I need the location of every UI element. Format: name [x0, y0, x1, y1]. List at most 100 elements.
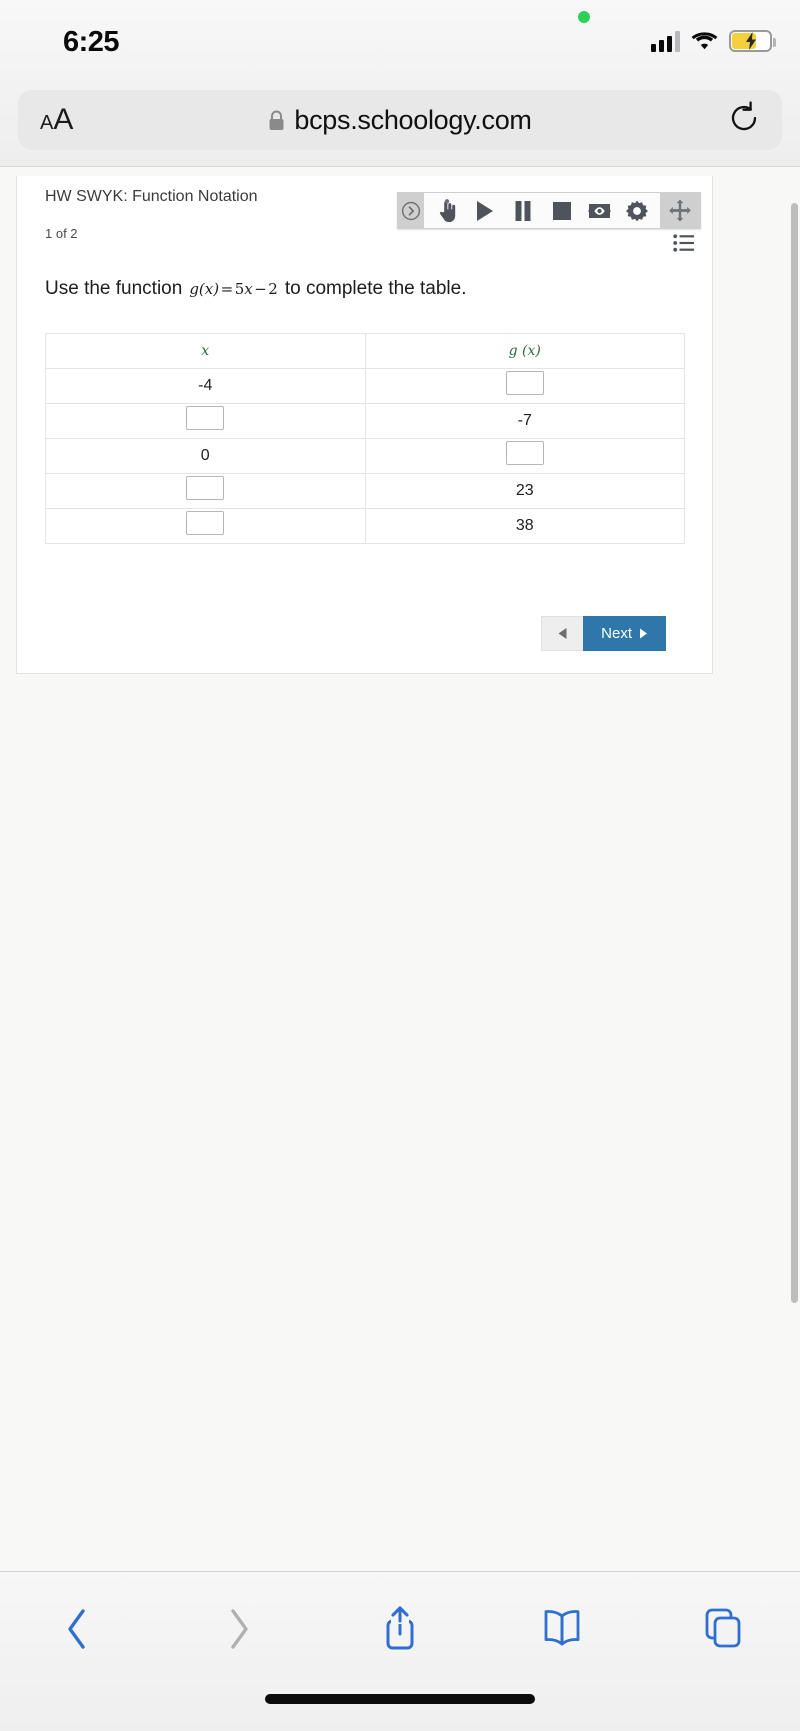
- text-size-small-label: A: [40, 112, 54, 134]
- reload-icon: [731, 100, 757, 130]
- play-button[interactable]: [466, 193, 504, 228]
- page-counter: 1 of 2: [45, 226, 78, 241]
- cell-gx-value: -7: [364, 402, 685, 439]
- pointer-hand-icon: [439, 198, 455, 222]
- formula-minus: −: [254, 280, 267, 298]
- lock-icon: [269, 110, 284, 130]
- reload-button[interactable]: [728, 100, 760, 140]
- tabs-icon: [705, 1608, 741, 1648]
- bookmarks-button[interactable]: [523, 1594, 601, 1664]
- formula-var2: x: [244, 280, 253, 298]
- table-row: 38: [45, 507, 685, 544]
- share-icon: [386, 1606, 414, 1650]
- battery-charging-icon: [729, 30, 776, 52]
- formula-fn: g: [189, 280, 199, 298]
- tabs-button[interactable]: [684, 1594, 762, 1664]
- settings-gear-icon: [625, 200, 648, 221]
- cell-gx-input: [364, 367, 685, 404]
- status-time: 6:25: [63, 26, 120, 58]
- answer-input-box[interactable]: [186, 476, 225, 501]
- forward-icon: [230, 1609, 248, 1649]
- cell-gx-input: [364, 437, 685, 474]
- cell-gx-value: 38: [364, 507, 685, 544]
- share-button[interactable]: [361, 1594, 439, 1664]
- answer-input-box[interactable]: [505, 441, 544, 466]
- screen-reader-button[interactable]: [580, 193, 618, 228]
- browser-toolbar: AA bcps.schoology.com: [0, 90, 800, 166]
- answer-input-box[interactable]: [505, 371, 544, 396]
- toolbar-collapse-handle[interactable]: [398, 193, 424, 228]
- table-row: 0: [45, 437, 685, 474]
- pause-icon: [515, 200, 531, 221]
- cell-x-input: [45, 472, 366, 509]
- table-body: -4 -7 0 23 38: [45, 367, 685, 544]
- back-button[interactable]: [38, 1594, 116, 1664]
- pointer-hand-button[interactable]: [428, 193, 466, 228]
- collapse-chevron-icon: [401, 201, 421, 220]
- column-header-x: x: [45, 332, 366, 369]
- move-arrows-icon: [669, 199, 691, 221]
- text-size-large-label: A: [53, 103, 74, 136]
- table-row: 23: [45, 472, 685, 509]
- bottom-icon-row: [0, 1572, 800, 1664]
- forward-button[interactable]: [200, 1594, 278, 1664]
- answer-input-box[interactable]: [186, 511, 225, 536]
- url-text: bcps.schoology.com: [294, 104, 532, 135]
- table-row: -7: [45, 402, 685, 439]
- home-indicator: [265, 1694, 535, 1704]
- formula-coef: 5: [234, 280, 245, 298]
- navigation-row: Next: [45, 544, 684, 673]
- url-bar[interactable]: AA bcps.schoology.com: [18, 90, 782, 150]
- question-text: Use the function g(x) = 5x − 2 to comple…: [45, 276, 684, 303]
- green-recording-dot: [578, 11, 590, 23]
- formula-const: 2: [268, 280, 278, 298]
- web-page-content: HW SWYK: Function Notation 1 of 2 Use th…: [0, 166, 800, 1571]
- function-table: x g (x) -4 -7 0 23 38: [45, 332, 685, 544]
- previous-button[interactable]: [541, 615, 584, 651]
- formula-eq: =: [220, 280, 234, 298]
- page-scrollbar[interactable]: [791, 203, 798, 1303]
- cell-x-value: -4: [45, 367, 366, 404]
- assignment-title: HW SWYK: Function Notation: [45, 188, 258, 205]
- function-formula: g(x) = 5x − 2: [182, 279, 285, 300]
- question-body: Use the function g(x) = 5x − 2 to comple…: [17, 238, 712, 673]
- formula-close: ): [213, 280, 220, 298]
- text-size-button[interactable]: AA: [40, 103, 73, 137]
- triangle-left-icon: [558, 627, 567, 639]
- table-row: -4: [45, 367, 685, 404]
- toolbar-move-handle[interactable]: [660, 193, 700, 228]
- url-display: bcps.schoology.com: [18, 90, 782, 150]
- answer-input-box[interactable]: [186, 406, 225, 431]
- next-button-label: Next: [601, 624, 632, 642]
- table-header-row: x g (x): [45, 332, 685, 369]
- play-icon: [477, 200, 493, 221]
- stop-button[interactable]: [542, 193, 580, 228]
- cell-x-input: [45, 402, 366, 439]
- formula-var: x: [204, 280, 214, 298]
- signal-bars-icon: [651, 30, 680, 52]
- iphone-safari-screen: 6:25 AA bcps.schoology.com HW SWYK: Func…: [0, 0, 800, 1731]
- list-view-icon: [673, 234, 694, 252]
- status-indicators: [651, 30, 776, 52]
- column-header-gx: g (x): [364, 332, 685, 369]
- question-prefix: Use the function: [45, 278, 183, 299]
- question-suffix: to complete the table.: [284, 278, 467, 299]
- assignment-header: HW SWYK: Function Notation 1 of 2: [17, 176, 712, 252]
- back-icon: [68, 1609, 85, 1649]
- list-view-button[interactable]: [671, 232, 697, 254]
- stop-icon: [552, 201, 571, 220]
- next-button[interactable]: Next: [583, 615, 666, 651]
- pause-button[interactable]: [504, 193, 542, 228]
- status-bar: 6:25: [0, 0, 800, 90]
- accessibility-toolbar[interactable]: [397, 192, 701, 229]
- screen-reader-icon: [587, 203, 611, 218]
- settings-gear-button[interactable]: [618, 193, 656, 228]
- bookmarks-icon: [544, 1610, 579, 1646]
- safari-bottom-toolbar: [0, 1571, 800, 1731]
- wifi-icon: [691, 31, 718, 49]
- cell-x-input: [45, 507, 366, 544]
- toolbar-buttons: [424, 193, 660, 228]
- cell-x-value: 0: [45, 437, 366, 474]
- assignment-card: HW SWYK: Function Notation 1 of 2 Use th…: [16, 176, 713, 674]
- cell-gx-value: 23: [364, 472, 685, 509]
